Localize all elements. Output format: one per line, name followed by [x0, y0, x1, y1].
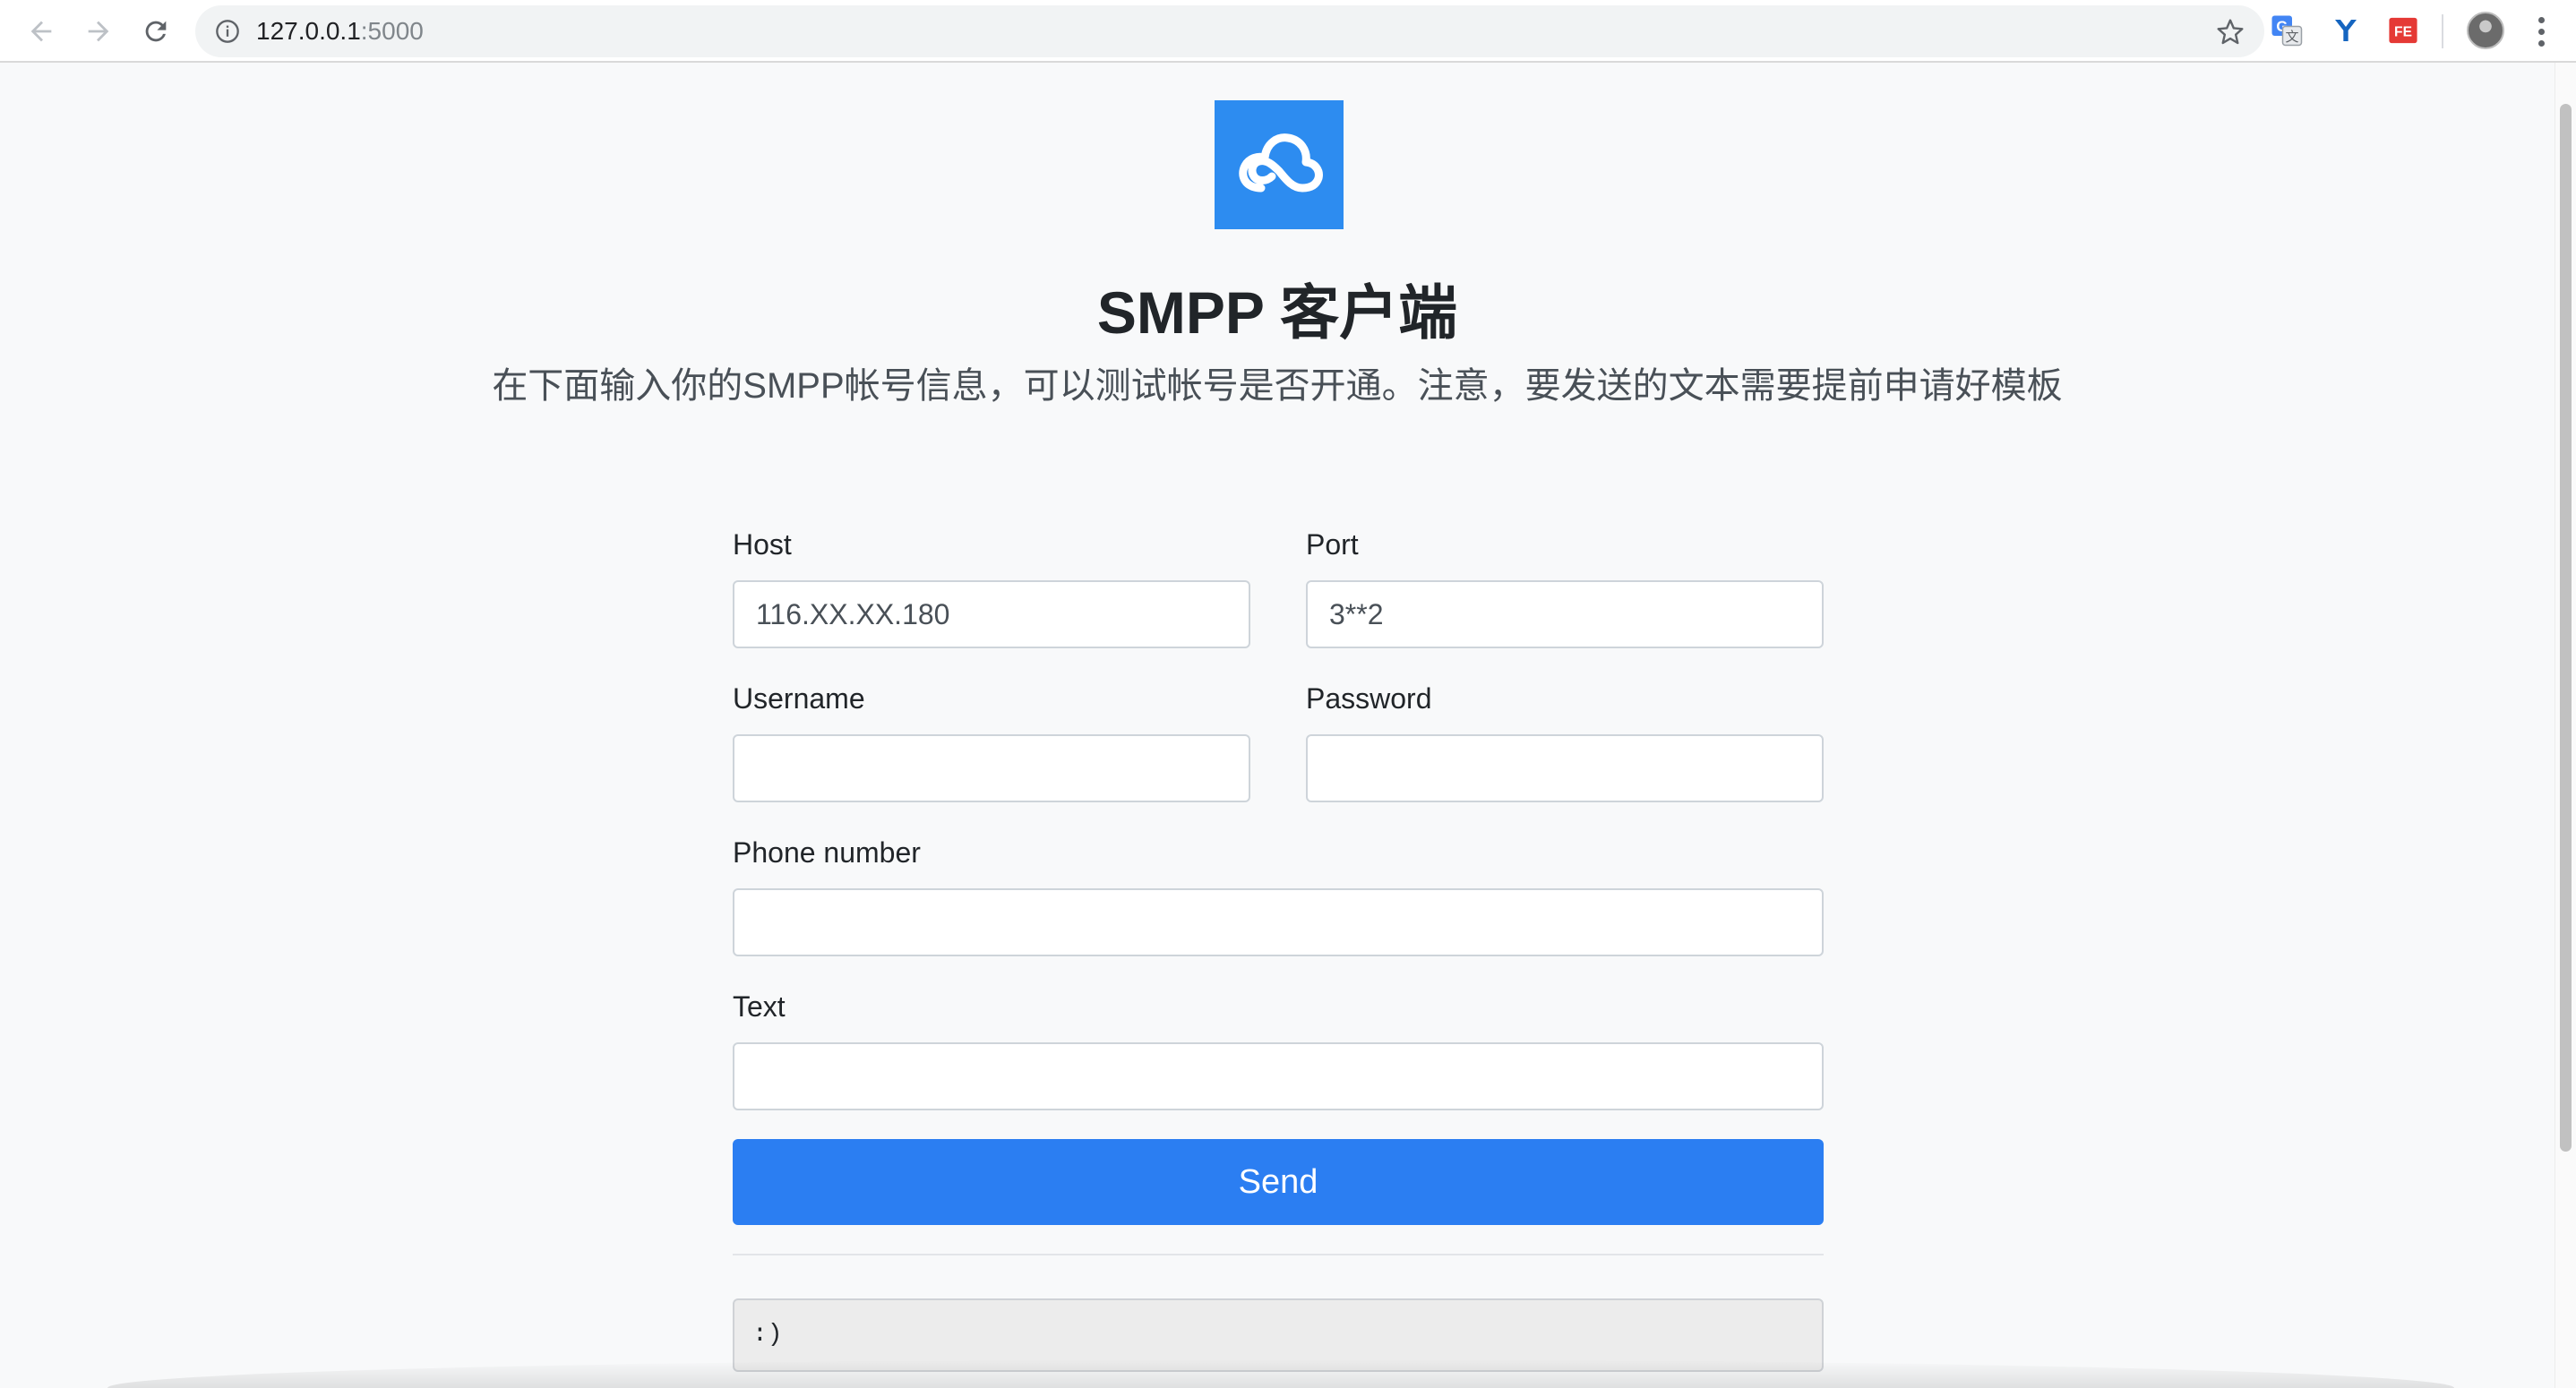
- browser-toolbar: 127.0.0.1:5000 G 文 FE: [0, 0, 2576, 63]
- app-logo: [1215, 100, 1344, 229]
- fe-extension-label: FE: [2394, 24, 2412, 39]
- page-subtitle: 在下面输入你的SMPP帐号信息，可以测试帐号是否开通。注意，要发送的文本需要提前…: [492, 366, 2063, 406]
- menu-dot-icon: [2537, 28, 2545, 35]
- arrow-left-icon: [30, 21, 52, 42]
- phone-input[interactable]: [733, 888, 1824, 956]
- address-bar[interactable]: 127.0.0.1:5000: [195, 5, 2264, 57]
- phone-label: Phone number: [733, 836, 921, 869]
- send-button[interactable]: Send: [733, 1139, 1824, 1225]
- password-input[interactable]: [1306, 734, 1824, 802]
- host-label: Host: [733, 528, 792, 561]
- username-input[interactable]: [733, 734, 1250, 802]
- username-label: Username: [733, 682, 865, 715]
- url-port: :5000: [360, 17, 424, 45]
- text-label: Text: [733, 990, 786, 1023]
- url-text[interactable]: 127.0.0.1:5000: [256, 5, 424, 57]
- host-input[interactable]: [733, 580, 1250, 648]
- info-icon[interactable]: [215, 19, 240, 44]
- url-host: 127.0.0.1: [256, 17, 361, 45]
- page-title: SMPP 客户端: [1096, 279, 1458, 346]
- fe-extension[interactable]: FE: [2386, 13, 2420, 47]
- browser-menu-button[interactable]: [2528, 13, 2555, 49]
- back-button[interactable]: [20, 10, 63, 53]
- forward-button[interactable]: [77, 10, 120, 53]
- password-label: Password: [1306, 682, 1432, 715]
- svg-text:文: 文: [2285, 30, 2298, 45]
- translate-icon: G 文: [2271, 15, 2303, 47]
- y-extension-icon: [2335, 20, 2357, 41]
- reload-icon: [145, 21, 167, 42]
- port-input[interactable]: [1306, 580, 1824, 648]
- profile-avatar[interactable]: [2467, 12, 2504, 49]
- menu-dot-icon: [2537, 39, 2545, 47]
- translate-extension[interactable]: G 文: [2270, 13, 2304, 47]
- output-box: :): [733, 1298, 1824, 1372]
- scrollbar-thumb[interactable]: [2560, 104, 2572, 1152]
- toolbar-divider: [2442, 14, 2443, 48]
- cloud-icon: [1239, 133, 1323, 193]
- arrow-right-icon: [88, 21, 109, 42]
- reload-button[interactable]: [134, 10, 177, 53]
- text-input[interactable]: [733, 1042, 1824, 1110]
- menu-dot-icon: [2537, 16, 2545, 23]
- bookmark-star-icon[interactable]: [2216, 18, 2245, 47]
- y-extension[interactable]: [2329, 13, 2363, 47]
- port-label: Port: [1306, 528, 1359, 561]
- fe-extension-icon: FE: [2389, 17, 2417, 44]
- divider: [733, 1254, 1824, 1255]
